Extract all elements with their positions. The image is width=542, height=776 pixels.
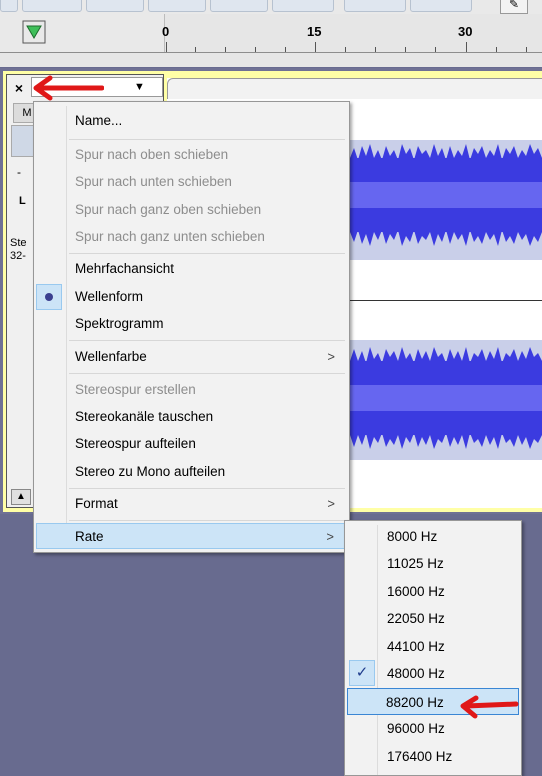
chevron-right-icon: > [327, 349, 335, 364]
menu-separator [69, 373, 345, 374]
menu-item-move-bottom: Spur nach ganz unten schieben [75, 229, 265, 244]
menu-item-move-down: Spur nach unten schieben [75, 174, 232, 189]
rate-option[interactable]: 176400 Hz [347, 743, 519, 770]
ruler-tick-label: 0 [162, 24, 170, 39]
collapse-track-button[interactable]: ▲ [11, 489, 31, 505]
menu-item-spectrogram[interactable]: Spektrogramm [36, 311, 347, 337]
checkmark-icon: ✓ [349, 660, 375, 686]
close-track-button[interactable]: × [10, 79, 28, 97]
track-info-line: 32- [10, 250, 26, 262]
menu-item-wave-color[interactable]: Wellenfarbe > [36, 344, 347, 370]
ruler-tick [195, 47, 196, 52]
ruler-band [0, 53, 542, 67]
menu-item-move-up: Spur nach oben schieben [75, 147, 229, 162]
red-arrow-annotation-icon [33, 75, 104, 101]
toolbar-button[interactable] [410, 0, 472, 12]
ruler-tick [345, 47, 346, 52]
toolbar-button[interactable] [22, 0, 82, 12]
ruler-tick [466, 42, 467, 52]
rate-submenu: 8000 Hz 11025 Hz 16000 Hz 22050 Hz 44100… [344, 520, 522, 776]
ruler-tick [496, 47, 497, 52]
rate-option[interactable]: 22050 Hz [347, 605, 519, 632]
chevron-right-icon: > [326, 529, 334, 544]
menu-separator [69, 488, 345, 489]
pan-slider-label: L [19, 195, 26, 207]
waveform-channel-1 [350, 144, 542, 246]
ruler-tick [285, 47, 286, 52]
rate-option-checked[interactable]: ✓ 48000 Hz [347, 660, 519, 687]
chevron-right-icon: > [327, 496, 335, 511]
toolbar-button[interactable] [344, 0, 406, 12]
toolbar-button[interactable] [210, 0, 268, 12]
ruler-tick [166, 42, 167, 52]
menu-item-make-stereo: Stereospur erstellen [75, 382, 196, 397]
clip-header[interactable] [167, 78, 542, 99]
ruler-tick [315, 42, 316, 52]
rate-option[interactable]: 44100 Hz [347, 633, 519, 660]
timeline-ruler[interactable]: 0 15 30 [0, 14, 542, 53]
toolbar-button[interactable] [86, 0, 144, 12]
menu-item-move-top: Spur nach ganz oben schieben [75, 202, 262, 217]
menu-item-name[interactable]: Name... [36, 108, 347, 134]
track-info-line: Ste [10, 237, 27, 249]
menu-separator [69, 340, 345, 341]
track-info: Ste 32- [10, 237, 27, 263]
ruler-tick-label: 30 [458, 24, 473, 39]
menu-item-split-mono[interactable]: Stereo zu Mono aufteilen [36, 459, 347, 485]
menu-item-split-stereo[interactable]: Stereospur aufteilen [36, 431, 347, 457]
menu-item-rate[interactable]: Rate > [36, 523, 347, 549]
ruler-tick [526, 47, 527, 52]
top-toolbar: ✎ [0, 0, 542, 15]
rate-option[interactable]: 16000 Hz [347, 578, 519, 605]
gain-slider-label: - [17, 165, 21, 179]
menu-item-swap-channels[interactable]: Stereokanäle tauschen [36, 404, 347, 430]
rate-option[interactable]: 11025 Hz [347, 550, 519, 577]
track-context-menu: Name... Spur nach oben schieben Spur nac… [33, 101, 350, 553]
menu-item-format[interactable]: Format > [36, 491, 347, 517]
radio-selected-icon [36, 284, 62, 310]
menu-separator [69, 253, 345, 254]
toolbar-button[interactable] [272, 0, 334, 12]
toolbar-button[interactable] [0, 0, 18, 12]
ruler-tick [225, 47, 226, 52]
play-head-icon[interactable] [22, 20, 46, 44]
menu-item-waveform[interactable]: Wellenform [36, 284, 347, 310]
ruler-tick [435, 47, 436, 52]
ruler-tick [405, 47, 406, 52]
chevron-down-icon: ▼ [134, 81, 145, 93]
ruler-tick [255, 47, 256, 52]
menu-item-multiview[interactable]: Mehrfachansicht [36, 256, 347, 282]
rate-option[interactable]: 8000 Hz [347, 523, 519, 550]
ruler-tick [375, 47, 376, 52]
menu-separator [69, 139, 345, 140]
toolbar-button[interactable] [148, 0, 206, 12]
waveform-channel-2 [350, 347, 542, 449]
draw-tool-icon[interactable]: ✎ [500, 0, 528, 14]
ruler-tick-label: 15 [307, 24, 322, 39]
red-arrow-annotation-icon [460, 695, 519, 719]
menu-separator [69, 520, 345, 521]
